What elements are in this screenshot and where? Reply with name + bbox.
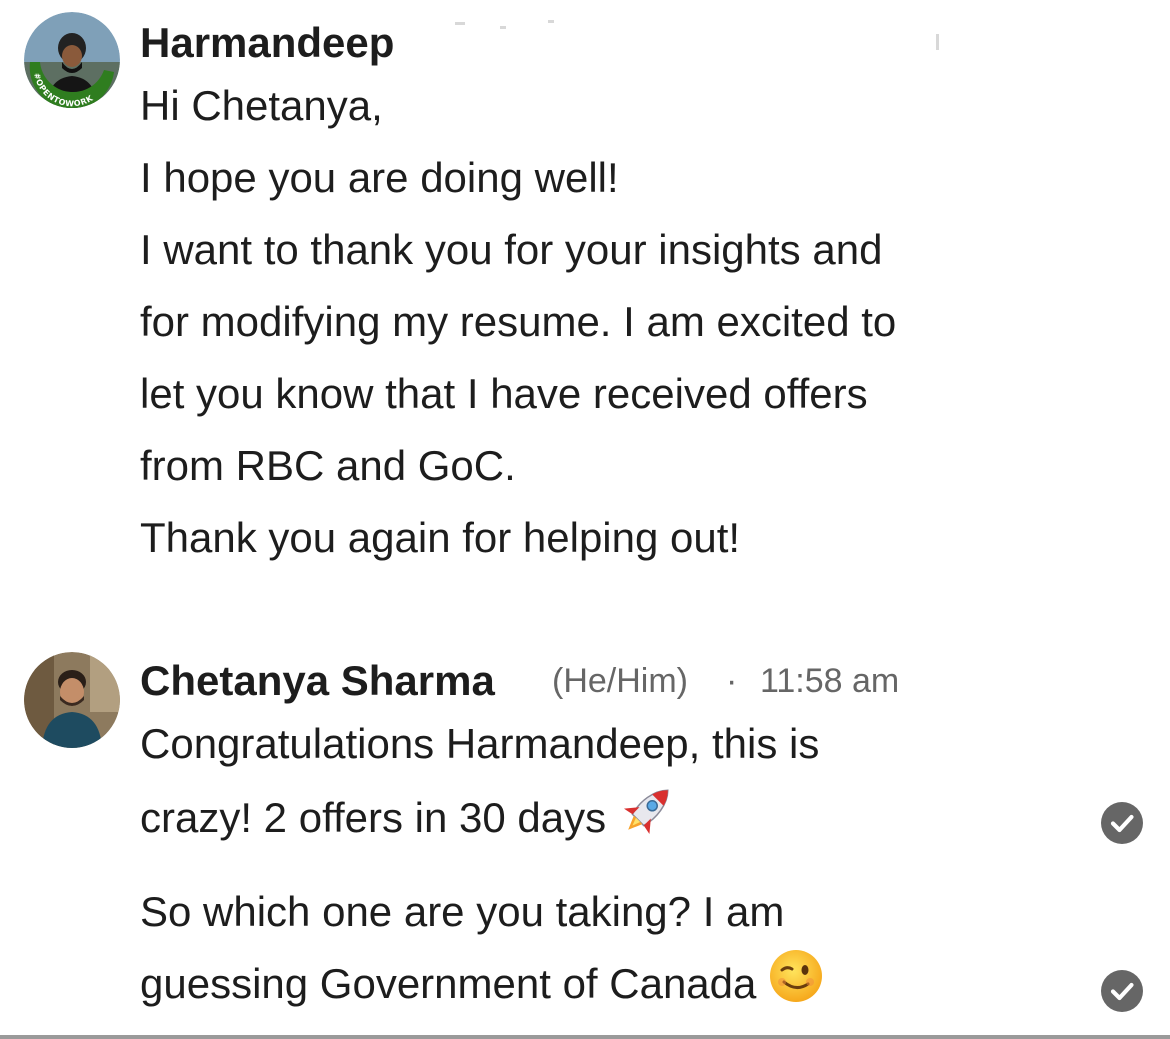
seen-check-icon <box>1101 802 1143 844</box>
message-line: So which one are you taking? I am <box>140 888 785 935</box>
message-line: Thank you again for helping out! <box>140 514 741 561</box>
message-line: Hi Chetanya, <box>140 82 383 129</box>
avatar-chetanya-image <box>24 652 120 748</box>
message-line: guessing Government of Canada <box>140 948 824 1026</box>
redacted-surname <box>936 34 939 50</box>
rocket-emoji <box>618 780 678 862</box>
message-line: for modifying my resume. I am excited to <box>140 298 897 345</box>
screen-bottom-edge <box>0 1035 1170 1039</box>
message-line: I hope you are doing well! <box>140 154 619 201</box>
message-text: crazy! 2 offers in 30 days <box>140 794 607 842</box>
avatar-chetanya-sharma[interactable] <box>24 652 120 748</box>
message-line: Congratulations Harmandeep, this is <box>140 720 820 767</box>
avatar-harmandeep-image: #OPENTOWORK <box>24 12 120 108</box>
redacted-surname <box>548 20 554 23</box>
sender-name-chetanya-sharma[interactable]: Chetanya Sharma <box>140 656 495 706</box>
redacted-surname <box>500 26 506 29</box>
avatar-harmandeep[interactable]: #OPENTOWORK <box>24 12 120 108</box>
redacted-surname <box>455 22 465 25</box>
message-line: I want to thank you for your insights an… <box>140 226 883 273</box>
sender-pronouns: (He/Him) <box>552 662 688 700</box>
meta-separator: · <box>726 662 738 700</box>
sender-name-harmandeep[interactable]: Harmandeep <box>140 18 394 68</box>
message-line: crazy! 2 offers in 30 days <box>140 780 678 862</box>
seen-check-icon <box>1101 970 1143 1012</box>
message-timestamp: 11:58 am <box>760 662 900 700</box>
message-line: from RBC and GoC. <box>140 442 516 489</box>
winking-face-emoji <box>768 948 824 1026</box>
message-line: let you know that I have received offers <box>140 370 868 417</box>
message-text: guessing Government of Canada <box>140 960 757 1008</box>
